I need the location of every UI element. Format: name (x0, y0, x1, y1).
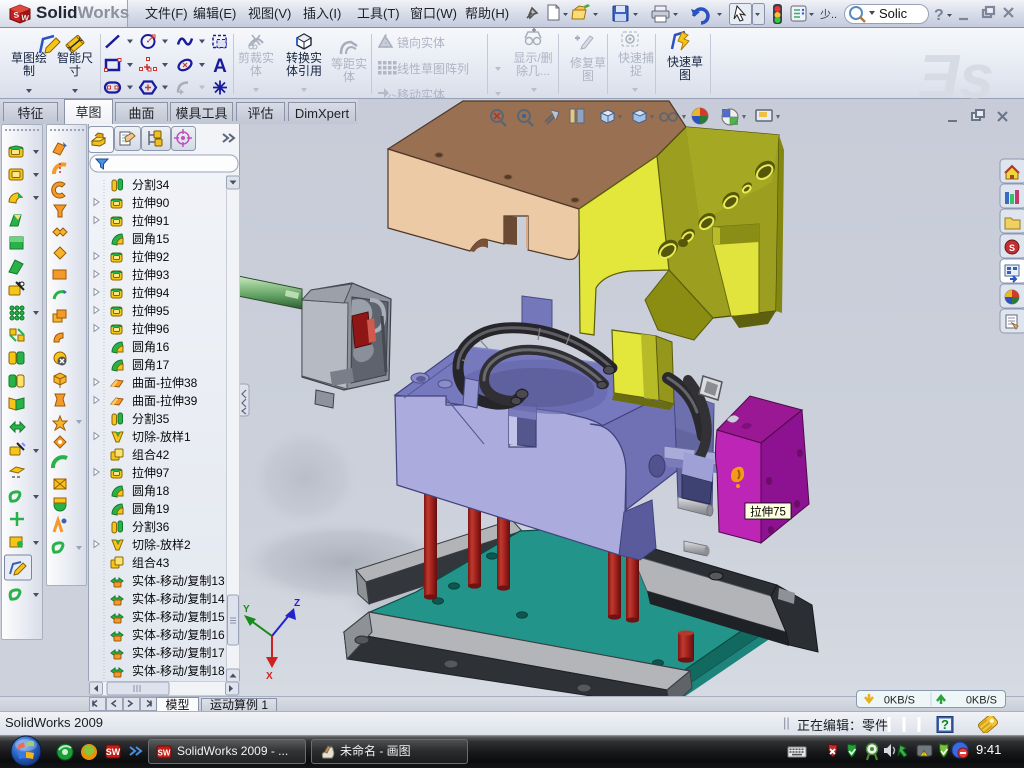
svg-text:圆角17: 圆角17 (132, 358, 170, 372)
svg-text:拉伸75: 拉伸75 (750, 505, 786, 519)
svg-text:拉伸90: 拉伸90 (132, 195, 170, 210)
svg-text:圆角19: 圆角19 (132, 502, 170, 516)
svg-text:Y: Y (243, 604, 250, 615)
svg-text:实体-移动/复制15: 实体-移动/复制15 (132, 609, 225, 624)
svg-text:实体-移动/复制13: 实体-移动/复制13 (132, 573, 225, 588)
svg-text:S: S (1009, 243, 1015, 253)
svg-text:实体-移动/复制14: 实体-移动/复制14 (132, 591, 225, 606)
svg-text:W: W (21, 13, 30, 23)
svg-text:Z: Z (294, 598, 300, 609)
svg-text:实体-移动/复制16: 实体-移动/复制16 (132, 627, 225, 642)
svg-text:组合42: 组合42 (132, 447, 170, 462)
svg-text:SW: SW (106, 747, 121, 757)
svg-text:拉伸93: 拉伸93 (132, 267, 170, 282)
svg-text:圆角18: 圆角18 (132, 484, 170, 498)
svg-text:曲面-拉伸38: 曲面-拉伸38 (132, 375, 198, 390)
svg-text:分割36: 分割36 (132, 519, 170, 534)
svg-text:少..: 少.. (820, 8, 837, 21)
svg-text:拉伸97: 拉伸97 (132, 465, 170, 480)
svg-text:圆角15: 圆角15 (132, 232, 170, 246)
svg-text:圆角16: 圆角16 (132, 340, 170, 354)
svg-text:分割35: 分割35 (132, 411, 170, 426)
svg-text:0KB/S: 0KB/S (884, 695, 915, 707)
svg-text:?: ? (934, 7, 944, 24)
svg-text:Solic: Solic (879, 6, 908, 21)
svg-text:切除-放样2: 切除-放样2 (132, 537, 191, 552)
svg-text:X: X (266, 671, 273, 682)
svg-text:组合43: 组合43 (132, 555, 170, 570)
svg-text:?: ? (941, 717, 949, 732)
svg-text:拉伸95: 拉伸95 (132, 303, 170, 318)
svg-text:拉伸92: 拉伸92 (132, 249, 170, 264)
svg-text:实体-移动/复制17: 实体-移动/复制17 (132, 645, 225, 660)
svg-text:曲面-拉伸39: 曲面-拉伸39 (132, 393, 198, 408)
svg-text:SW: SW (158, 749, 171, 758)
svg-text:0KB/S: 0KB/S (966, 695, 997, 707)
svg-text:切除-放样1: 切除-放样1 (132, 429, 191, 444)
svg-text:Ǝs: Ǝs (918, 43, 994, 99)
svg-text:分割34: 分割34 (132, 177, 170, 192)
svg-text:拉伸96: 拉伸96 (132, 321, 170, 336)
svg-text:实体-移动/复制18: 实体-移动/复制18 (132, 663, 225, 678)
svg-text:拉伸91: 拉伸91 (132, 213, 170, 228)
svg-text:拉伸94: 拉伸94 (132, 285, 170, 300)
